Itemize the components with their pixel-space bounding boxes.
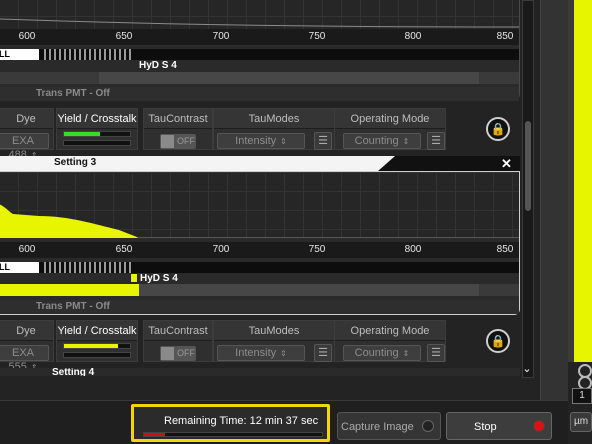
stop-button[interactable]: Stop: [446, 412, 552, 440]
wavelength-axis-setting3: 600 650 700 750 800 850: [0, 242, 519, 258]
spectrum-plot-top[interactable]: [0, 0, 519, 29]
yield-header: Yield / Crosstalk: [57, 321, 137, 341]
axis-tick-label: 700: [212, 31, 230, 42]
chevron-down-icon[interactable]: ⌄: [520, 362, 534, 376]
detection-range-bar[interactable]: LL: [0, 49, 39, 60]
dye-cell: Dye EXA 555: [0, 320, 54, 373]
acquisition-progress-bar: [143, 432, 323, 437]
app-window: 600 650 700 750 800 850 LL HyD S 4 Trans…: [0, 0, 592, 444]
opmode-select[interactable]: Counting: [343, 133, 421, 149]
detector-label: HyD S 4: [139, 60, 177, 71]
list-icon[interactable]: ☰: [427, 132, 445, 150]
dye-cell: Dye EXA 488: [0, 108, 54, 161]
taucontrast-cell: TauContrast OFF: [143, 108, 213, 150]
crosstalk-meter: [63, 352, 131, 358]
taucontrast-toggle[interactable]: OFF: [160, 134, 196, 149]
spectrum-plot-setting3[interactable]: [0, 172, 519, 238]
list-icon[interactable]: ☰: [314, 344, 332, 362]
taucontrast-header: TauContrast: [144, 321, 212, 341]
setting4-title-bar[interactable]: Setting 4: [0, 368, 520, 376]
yield-header: Yield / Crosstalk: [57, 109, 137, 129]
wavelength-axis-top: 600 650 700 750 800 850: [0, 29, 519, 45]
taumodes-cell: TauModes Intensity ☰: [213, 108, 335, 150]
opmode-cell: Operating Mode Counting ☰: [334, 108, 446, 150]
close-icon[interactable]: ✕: [501, 156, 512, 172]
remaining-time-label: Remaining Time: 12 min 37 sec: [164, 415, 319, 427]
detector-label: HyD S 4: [140, 273, 178, 284]
channel-color-strip[interactable]: [568, 0, 592, 362]
remaining-time-box: Remaining Time: 12 min 37 sec: [131, 404, 330, 442]
yield-meter-fill: [64, 132, 101, 136]
yield-meter: [63, 131, 131, 137]
setting3-panel: 600 650 700 750 800 850 LL HyD S 4 Trans…: [0, 171, 520, 315]
detector-band-setting3[interactable]: LL: [0, 262, 519, 273]
axis-tick-label: 850: [496, 244, 514, 255]
axis-tick-label: 600: [18, 31, 36, 42]
list-icon[interactable]: ☰: [314, 132, 332, 150]
scrollbar-thumb[interactable]: [525, 121, 531, 211]
taumodes-header: TauModes: [214, 321, 334, 341]
yield-cell: Yield / Crosstalk: [56, 320, 138, 362]
dye-select[interactable]: EXA 488: [0, 133, 49, 161]
unit-button[interactable]: µm: [570, 412, 592, 432]
opmode-select[interactable]: Counting: [343, 345, 421, 361]
setting3-title-bar[interactable]: Setting 3 ✕: [0, 156, 520, 171]
axis-tick-label: 750: [308, 31, 326, 42]
setting-panel-top: 600 650 700 750 800 850 LL HyD S 4 Trans…: [0, 0, 520, 101]
lock-icon[interactable]: 🔒: [486, 117, 510, 141]
taumodes-select[interactable]: Intensity: [217, 345, 305, 361]
vertical-scrollbar[interactable]: [522, 0, 534, 378]
record-indicator-icon: [533, 420, 545, 432]
detector-range-fill: [0, 284, 139, 296]
taumodes-cell: TauModes Intensity ☰: [213, 320, 335, 362]
capture-image-label: Capture Image: [341, 421, 414, 433]
opmode-header: Operating Mode: [335, 321, 445, 341]
tick-strip: [44, 49, 134, 60]
taucontrast-header: TauContrast: [144, 109, 212, 129]
capture-image-button[interactable]: Capture Image: [337, 412, 441, 440]
list-icon[interactable]: ☰: [427, 344, 445, 362]
opmode-header: Operating Mode: [335, 109, 445, 129]
opmode-cell: Operating Mode Counting ☰: [334, 320, 446, 362]
progress-fill: [144, 433, 166, 436]
toggle-state-label: OFF: [177, 348, 195, 358]
trans-pmt-label: Trans PMT - Off: [36, 88, 110, 99]
toggle-state-label: OFF: [177, 136, 195, 146]
dye-header: Dye: [0, 109, 53, 129]
detector-handle[interactable]: [130, 273, 138, 283]
crosstalk-meter: [63, 140, 131, 146]
axis-tick-label: 750: [308, 244, 326, 255]
taumodes-select[interactable]: Intensity: [217, 133, 305, 149]
stop-label: Stop: [474, 421, 497, 433]
yield-meter: [63, 343, 131, 349]
yield-cell: Yield / Crosstalk: [56, 108, 138, 150]
detector-slider-track[interactable]: [0, 284, 519, 296]
record-indicator-icon: [422, 420, 434, 432]
lock-icon[interactable]: 🔒: [486, 329, 510, 353]
setting3-title: Setting 3: [54, 157, 97, 168]
detector-band-top[interactable]: LL: [0, 49, 519, 60]
yield-meter-fill: [64, 344, 119, 348]
tick-strip: [44, 262, 134, 273]
axis-tick-label: 850: [496, 31, 514, 42]
detection-range-bar[interactable]: LL: [0, 262, 39, 273]
axis-tick-label: 650: [115, 244, 133, 255]
axis-tick-label: 800: [404, 244, 422, 255]
taucontrast-cell: TauContrast OFF: [143, 320, 213, 362]
trans-pmt-label: Trans PMT - Off: [36, 301, 110, 312]
side-panel-divider: [540, 0, 568, 400]
trans-pmt-row: Trans PMT - Off: [0, 87, 519, 101]
dye-select[interactable]: EXA 555: [0, 345, 49, 373]
axis-tick-label: 650: [115, 31, 133, 42]
axis-tick-label: 700: [212, 244, 230, 255]
side-value-field[interactable]: 1: [572, 388, 592, 404]
taucontrast-toggle[interactable]: OFF: [160, 346, 196, 361]
axis-tick-label: 800: [404, 31, 422, 42]
taumodes-header: TauModes: [214, 109, 334, 129]
detector-slider-track[interactable]: [0, 72, 519, 84]
dye-header: Dye: [0, 321, 53, 341]
axis-tick-label: 600: [18, 244, 36, 255]
trans-pmt-row: Trans PMT - Off: [0, 300, 519, 314]
setting4-title: Setting 4: [52, 368, 95, 376]
